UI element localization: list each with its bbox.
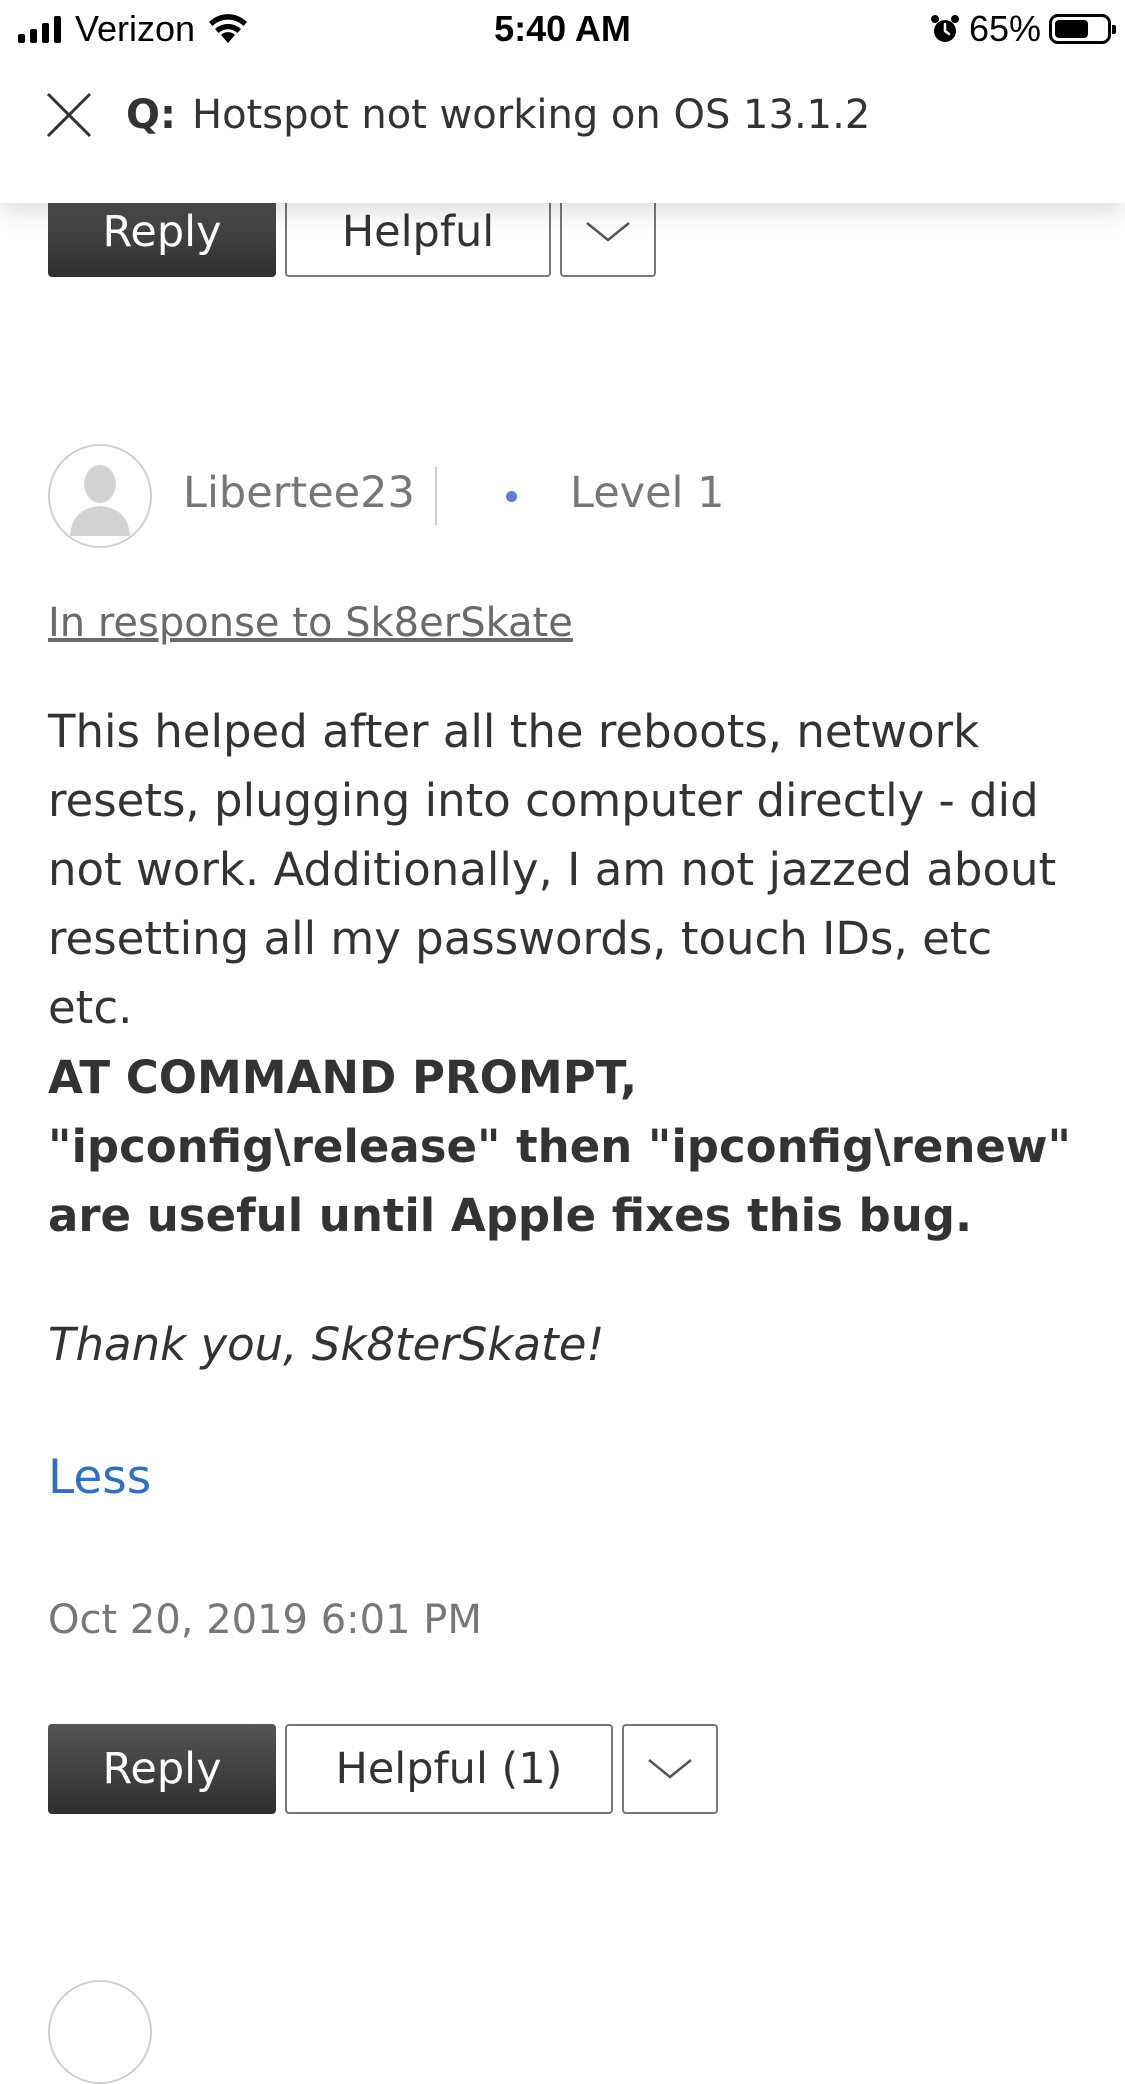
reply-button-label: Reply xyxy=(102,207,222,257)
helpful-button-label: Helpful xyxy=(341,207,495,257)
wifi-icon xyxy=(209,14,248,43)
author-level: Level 1 xyxy=(570,468,725,518)
status-right: 65% xyxy=(929,8,1116,50)
level-dot xyxy=(506,491,517,502)
post-body: This helped after all the reboots, netwo… xyxy=(48,705,1057,1034)
question-title: Hotspot not working on OS 13.1.2 xyxy=(192,92,871,138)
battery-fill xyxy=(1055,20,1088,38)
question-prefix: Q: xyxy=(126,92,176,138)
avatar[interactable] xyxy=(48,444,152,548)
question-title-line: Q: Hotspot not working on OS 13.1.2 xyxy=(126,92,870,138)
less-link[interactable]: Less xyxy=(48,1450,151,1505)
alarm-icon xyxy=(930,15,959,42)
more-options-button[interactable] xyxy=(622,1724,718,1814)
question-header: Q: Hotspot not working on OS 13.1.2 xyxy=(0,60,1125,203)
post-timestamp: Oct 20, 2019 6:01 PM xyxy=(48,1597,482,1643)
carrier-name: Verizon xyxy=(75,8,196,49)
chevron-down-icon xyxy=(586,222,630,242)
author-username[interactable]: Libertee23 xyxy=(183,468,415,518)
chevron-down-icon xyxy=(648,1759,692,1779)
battery-icon xyxy=(1049,14,1116,44)
helpful-button[interactable]: Helpful (1) xyxy=(285,1724,613,1814)
post-body-bold: AT COMMAND PROMPT, "ipconfig\release" th… xyxy=(48,1051,1071,1242)
status-left: Verizon xyxy=(18,8,249,50)
next-post-avatar[interactable] xyxy=(48,1980,152,2084)
cellular-signal-icon xyxy=(18,15,61,43)
reply-button-label: Reply xyxy=(102,1744,222,1794)
helpful-button-label: Helpful (1) xyxy=(335,1744,563,1794)
user-silhouette-icon xyxy=(70,465,130,536)
status-bar: Verizon 5:40 AM 65% xyxy=(0,0,1125,60)
close-icon[interactable] xyxy=(42,88,96,142)
battery-percentage: 65% xyxy=(968,8,1041,49)
in-response-link[interactable]: In response to Sk8erSkate xyxy=(48,600,573,646)
reply-button[interactable]: Reply xyxy=(48,1724,276,1814)
author-divider xyxy=(435,467,437,525)
post-body-italic: Thank you, Sk8terSkate! xyxy=(48,1318,605,1371)
